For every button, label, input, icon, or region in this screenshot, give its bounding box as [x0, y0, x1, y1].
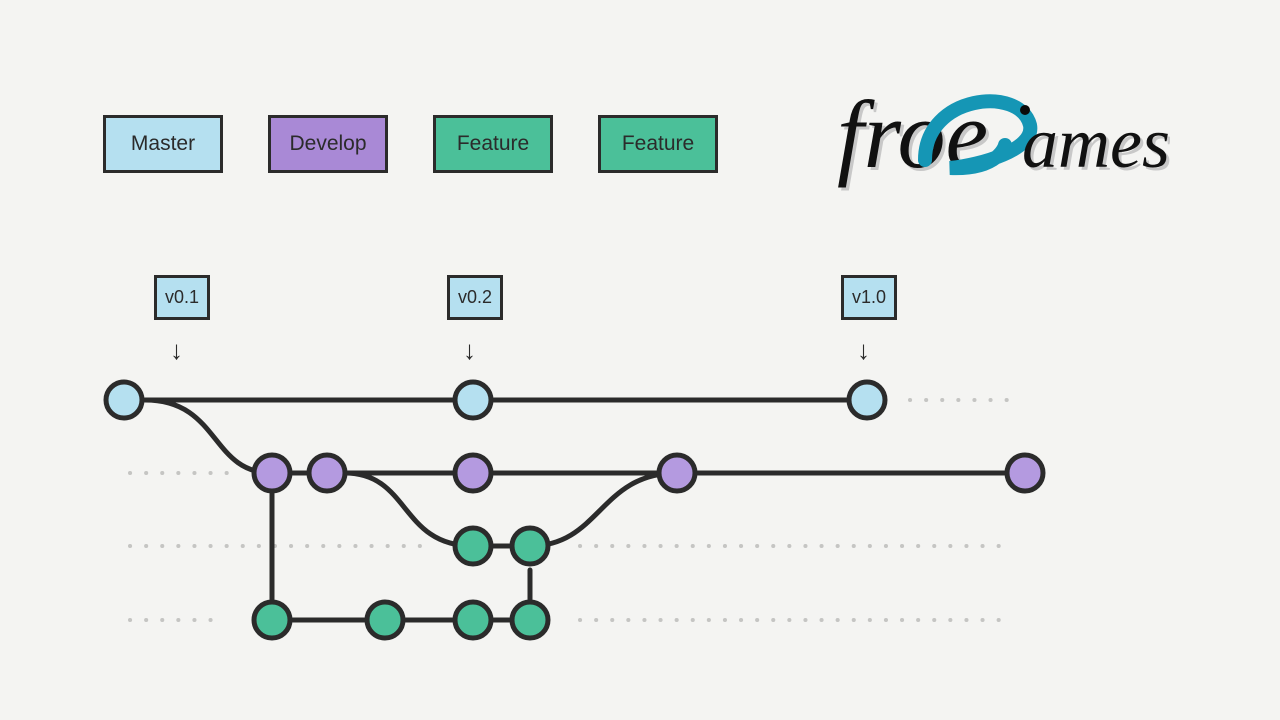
- brand-logo: froe froe ames ames: [830, 70, 1170, 200]
- tag-label: v1.0: [852, 287, 886, 308]
- svg-text:ames: ames: [1022, 103, 1170, 183]
- tag-box: v0.2: [447, 275, 503, 320]
- legend-develop: Develop: [268, 115, 388, 173]
- legend-feature: Feature: [598, 115, 718, 173]
- tag-label: v0.2: [458, 287, 492, 308]
- legend-label: Develop: [289, 132, 366, 156]
- legend-label: Master: [131, 132, 195, 156]
- legend-master: Master: [103, 115, 223, 173]
- tag-box: v0.1: [154, 275, 210, 320]
- tag-label: v0.1: [165, 287, 199, 308]
- arrow-down-icon: ↓: [170, 335, 183, 366]
- legend-label: Feature: [457, 132, 529, 156]
- arrow-down-icon: ↓: [463, 335, 476, 366]
- tag-box: v1.0: [841, 275, 897, 320]
- legend-label: Feature: [622, 132, 694, 156]
- diagram-canvas: Master Develop Feature Feature v0.1 v0.2…: [0, 0, 1280, 720]
- arrow-down-icon: ↓: [857, 335, 870, 366]
- legend-feature: Feature: [433, 115, 553, 173]
